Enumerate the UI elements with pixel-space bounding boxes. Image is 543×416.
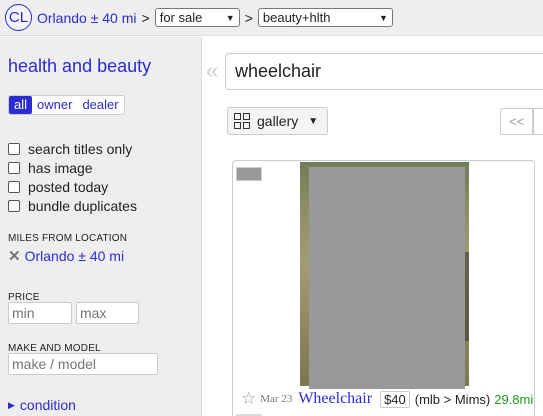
filter-sidebar: health and beauty all owner dealer searc… bbox=[0, 37, 202, 416]
listing-price: $40 bbox=[380, 390, 410, 408]
pager: << bbox=[500, 108, 543, 135]
make-model-input[interactable] bbox=[8, 353, 158, 375]
miles-label: MILES FROM LOCATION bbox=[8, 233, 128, 244]
condition-label: condition bbox=[19, 397, 76, 413]
result-card[interactable]: ☆ Mar 23 Wheelchair $40 (mlb > Mims) 29.… bbox=[232, 160, 535, 416]
listing-title-link[interactable]: Wheelchair bbox=[298, 390, 372, 408]
listing-distance: 29.8mi bbox=[494, 391, 534, 407]
gallery-grid-icon bbox=[234, 113, 250, 129]
price-max-input[interactable] bbox=[76, 302, 139, 324]
checkbox-label: posted today bbox=[28, 179, 109, 195]
posted-today-checkbox[interactable]: posted today bbox=[8, 179, 108, 195]
seller-type-tabs: all owner dealer bbox=[8, 95, 125, 115]
listing-location: (mlb > Mims) bbox=[414, 391, 491, 407]
section-select-value: for sale bbox=[159, 10, 203, 25]
chevron-down-icon: ▼ bbox=[308, 115, 319, 127]
tab-owner[interactable]: owner bbox=[32, 96, 77, 114]
category-select-value: beauty+hlth bbox=[262, 10, 331, 25]
condition-toggle[interactable]: ▶ condition bbox=[8, 397, 76, 413]
craigslist-logo[interactable]: CL bbox=[5, 4, 32, 31]
clear-icon[interactable]: ✕ bbox=[8, 247, 21, 265]
category-select[interactable]: beauty+hlth ▼ bbox=[257, 8, 393, 27]
triangle-right-icon: ▶ bbox=[8, 399, 15, 410]
search-titles-only-checkbox[interactable]: search titles only bbox=[8, 141, 132, 157]
bundle-duplicates-checkbox[interactable]: bundle duplicates bbox=[8, 198, 137, 214]
view-mode-dropdown[interactable]: gallery ▼ bbox=[227, 107, 328, 135]
breadcrumb-separator: > bbox=[141, 9, 150, 26]
miles-filter: ✕ Orlando ± 40 mi bbox=[8, 247, 124, 265]
pager-prev-button[interactable]: << bbox=[500, 108, 534, 135]
price-min-input[interactable] bbox=[8, 302, 72, 324]
listing-date: Mar 23 bbox=[260, 393, 293, 405]
pager-page-button[interactable] bbox=[533, 108, 543, 135]
image-thumbnail[interactable] bbox=[236, 167, 262, 181]
favorite-star-icon[interactable]: ☆ bbox=[241, 389, 256, 409]
miles-value-link[interactable]: Orlando ± 40 mi bbox=[25, 248, 125, 264]
checkbox-label: search titles only bbox=[28, 141, 133, 157]
checkbox-box[interactable] bbox=[8, 143, 20, 155]
top-bar: CL Orlando ± 40 mi > for sale ▼ > beauty… bbox=[0, 0, 543, 36]
checkbox-label: bundle duplicates bbox=[28, 198, 137, 214]
section-select[interactable]: for sale ▼ bbox=[154, 8, 240, 27]
search-input[interactable]: wheelchair bbox=[225, 53, 543, 90]
checkbox-box[interactable] bbox=[8, 162, 20, 174]
chevron-down-icon: ▼ bbox=[225, 12, 235, 23]
tab-all[interactable]: all bbox=[9, 96, 33, 114]
collapse-sidebar-icon[interactable]: « bbox=[206, 58, 218, 84]
has-image-checkbox[interactable]: has image bbox=[8, 160, 93, 176]
chevron-down-icon: ▼ bbox=[378, 12, 388, 23]
checkbox-box[interactable] bbox=[8, 200, 20, 212]
checkbox-box[interactable] bbox=[8, 181, 20, 193]
tab-dealer[interactable]: dealer bbox=[77, 96, 123, 114]
location-link[interactable]: Orlando ± 40 mi bbox=[37, 10, 137, 26]
listing-meta: ☆ Mar 23 Wheelchair $40 (mlb > Mims) 29.… bbox=[241, 389, 533, 409]
view-mode-label: gallery bbox=[257, 113, 299, 129]
listing-photo[interactable] bbox=[309, 167, 465, 389]
category-title[interactable]: health and beauty bbox=[8, 56, 151, 77]
checkbox-label: has image bbox=[28, 160, 93, 176]
breadcrumb-separator: > bbox=[244, 9, 253, 26]
